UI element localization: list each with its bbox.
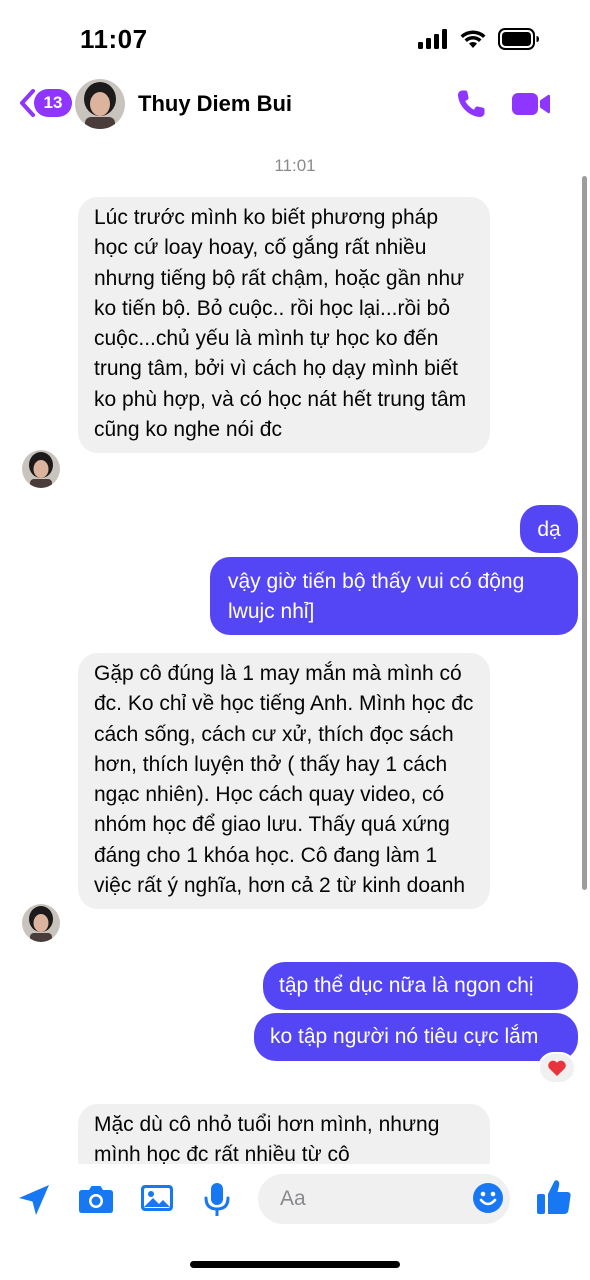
- like-button[interactable]: [536, 1178, 572, 1221]
- conversation-header: 13 Thuy Diem Bui: [0, 74, 590, 136]
- microphone-icon: [204, 1183, 230, 1216]
- video-camera-icon: [512, 93, 550, 115]
- contact-message-avatar: [22, 450, 60, 488]
- phone-icon: [458, 90, 485, 117]
- status-time: 11:07: [80, 24, 148, 54]
- back-button[interactable]: 13: [18, 88, 72, 118]
- wifi-icon: [460, 30, 486, 48]
- incoming-message[interactable]: Lúc trước mình ko biết phương pháp học c…: [78, 197, 490, 454]
- smiley-icon: [473, 1183, 503, 1213]
- scrollbar[interactable]: [582, 176, 587, 890]
- unread-count-badge: 13: [34, 89, 72, 117]
- video-call-button[interactable]: [512, 90, 550, 123]
- home-indicator[interactable]: [190, 1261, 400, 1268]
- location-button[interactable]: [16, 1182, 52, 1223]
- incoming-message[interactable]: Mặc dù cô nhỏ tuổi hơn mình, nhưng mình …: [78, 1104, 490, 1164]
- camera-icon: [79, 1186, 113, 1213]
- camera-button[interactable]: [78, 1182, 114, 1221]
- battery-icon: [498, 28, 539, 50]
- contact-avatar[interactable]: [75, 79, 125, 129]
- contact-name[interactable]: Thuy Diem Bui: [138, 91, 292, 117]
- navigation-arrow-icon: [19, 1185, 49, 1215]
- incoming-message[interactable]: Gặp cô đúng là 1 may mắn mà mình có đc. …: [78, 653, 490, 910]
- message-timestamp: 11:01: [274, 156, 316, 175]
- image-icon: [141, 1185, 173, 1211]
- status-bar: 11:07: [0, 0, 590, 78]
- cellular-signal-icon: [418, 29, 447, 49]
- emoji-button[interactable]: [472, 1182, 504, 1219]
- heart-icon: [548, 1060, 566, 1076]
- outgoing-message[interactable]: tập thể dục nữa là ngon chị: [263, 962, 578, 1010]
- status-icons: [418, 28, 540, 50]
- photo-gallery-button[interactable]: [140, 1182, 174, 1219]
- message-list[interactable]: 11:01 Lúc trước mình ko biết phương pháp…: [0, 140, 590, 1164]
- voice-message-button[interactable]: [203, 1182, 231, 1223]
- outgoing-message[interactable]: ko tập người nó tiêu cực lắm: [254, 1013, 578, 1061]
- thumbs-up-icon: [537, 1180, 571, 1214]
- voice-call-button[interactable]: [455, 88, 487, 125]
- heart-reaction[interactable]: [538, 1052, 576, 1084]
- outgoing-message[interactable]: dạ: [520, 505, 578, 553]
- outgoing-message[interactable]: vậy giờ tiến bộ thấy vui có động lwujc n…: [210, 557, 578, 635]
- contact-message-avatar: [22, 904, 60, 942]
